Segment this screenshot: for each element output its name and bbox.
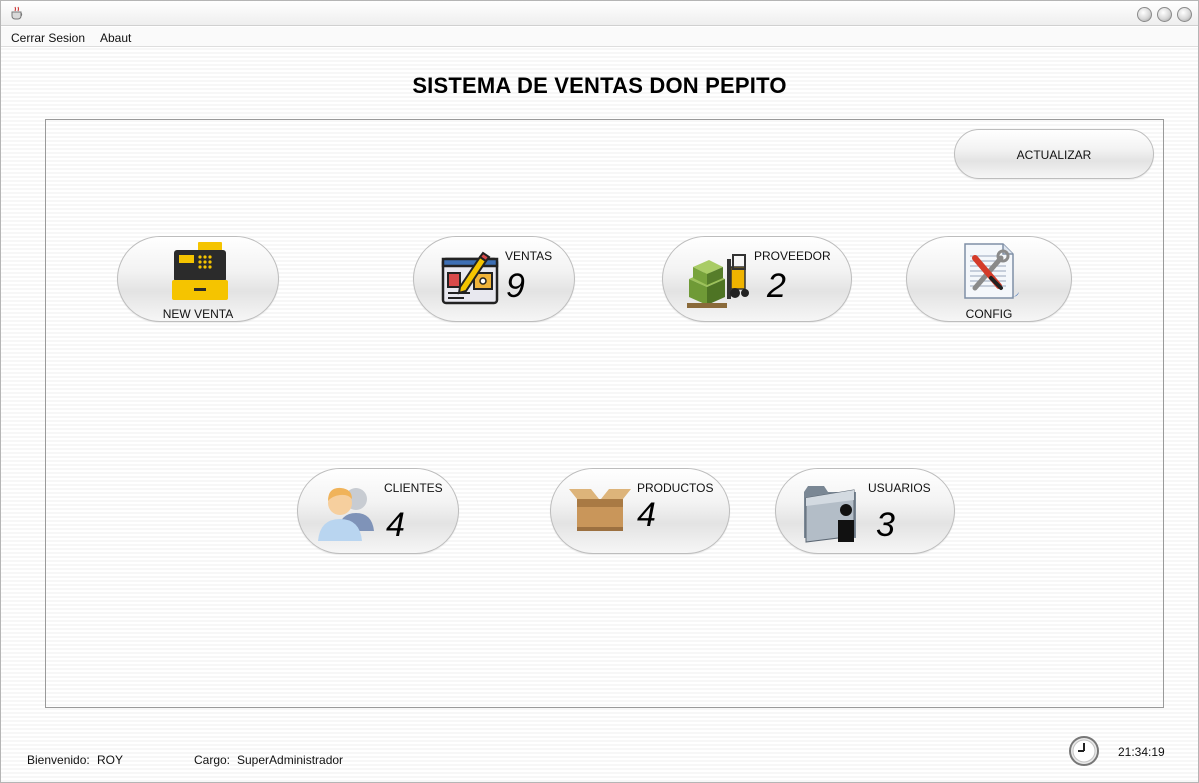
- menu-cerrar-sesion[interactable]: Cerrar Sesion: [11, 31, 85, 45]
- proveedor-count: 2: [767, 267, 786, 305]
- close-button[interactable]: [1177, 7, 1192, 22]
- clock-time: 21:34:19: [1118, 745, 1165, 759]
- menu-about[interactable]: Abaut: [100, 31, 131, 45]
- maximize-button[interactable]: [1157, 7, 1172, 22]
- role-label: Cargo:: [194, 753, 231, 767]
- page-title: SISTEMA DE VENTAS DON PEPITO: [412, 73, 787, 98]
- clientes-count: 4: [386, 506, 405, 544]
- new-venta-label: NEW VENTA: [162, 307, 234, 321]
- config-button[interactable]: CONFIG: [906, 236, 1072, 322]
- productos-button[interactable]: PRODUCTOS 4: [550, 468, 730, 554]
- role-value: SuperAdministrador: [237, 753, 344, 767]
- usuarios-label: USUARIOS: [868, 481, 931, 495]
- productos-label: PRODUCTOS: [637, 481, 714, 495]
- tools-icon: [964, 243, 1019, 299]
- welcome-label: Bienvenido:: [27, 753, 90, 767]
- clientes-label: CLIENTES: [384, 481, 443, 495]
- config-label: CONFIG: [965, 307, 1013, 321]
- ventas-count: 9: [506, 267, 525, 305]
- proveedor-label: PROVEEDOR: [754, 249, 831, 263]
- users-icon: [318, 487, 374, 541]
- clock-icon: [1069, 736, 1099, 766]
- dashboard-panel: [45, 119, 1164, 708]
- ventas-button[interactable]: VENTAS 9: [413, 236, 575, 322]
- cash-register-icon: [172, 242, 228, 300]
- new-venta-button[interactable]: NEW VENTA: [117, 236, 279, 322]
- clientes-button[interactable]: CLIENTES 4: [297, 468, 459, 554]
- ventas-label: VENTAS: [505, 249, 553, 263]
- box-icon: [569, 489, 631, 531]
- usuarios-count: 3: [876, 506, 895, 544]
- minimize-button[interactable]: [1137, 7, 1152, 22]
- menu-bar: Cerrar Sesion Abaut: [1, 27, 1198, 47]
- productos-count: 4: [637, 496, 656, 534]
- username-value: ROY: [97, 753, 124, 767]
- forklift-icon: [687, 254, 749, 308]
- user-folder-icon: [804, 486, 856, 543]
- usuarios-button[interactable]: USUARIOS 3: [775, 468, 955, 554]
- proveedor-button[interactable]: PROVEEDOR 2: [662, 236, 852, 322]
- refresh-button[interactable]: ACTUALIZAR: [954, 129, 1154, 179]
- sales-form-icon: [441, 251, 499, 305]
- main-window: Cerrar Sesion Abaut SISTEMA DE VENTAS DO…: [0, 0, 1199, 783]
- title-bar: [1, 1, 1198, 26]
- refresh-button-label: ACTUALIZAR: [1016, 148, 1092, 162]
- java-cup-icon: [11, 6, 23, 20]
